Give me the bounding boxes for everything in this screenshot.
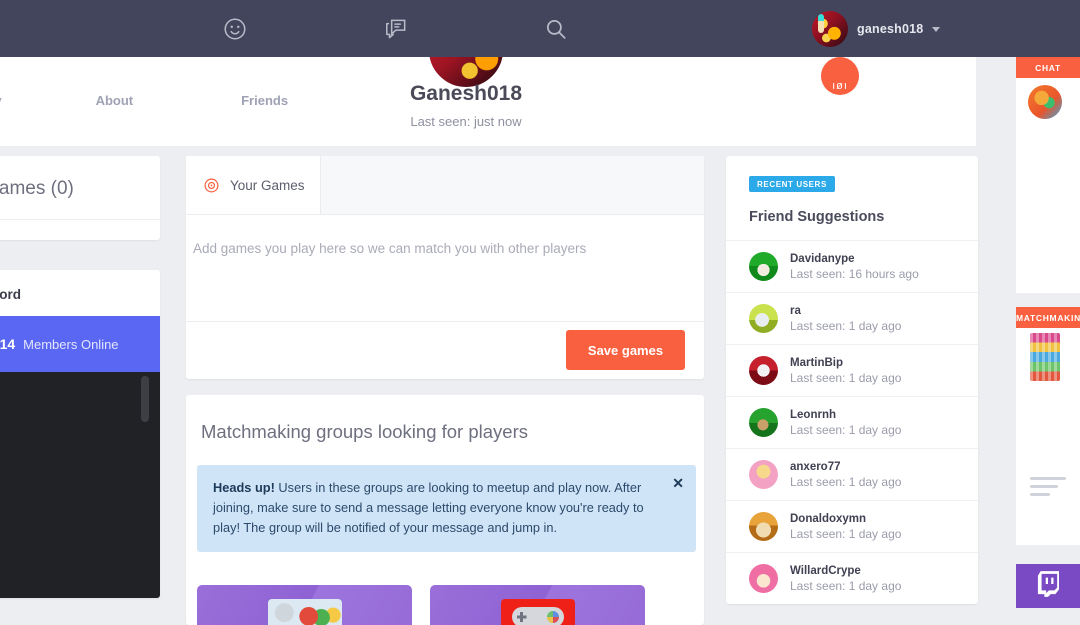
friend-name: Donaldoxymn [790, 512, 867, 525]
avatar[interactable] [1028, 85, 1062, 119]
controller-icon [511, 607, 564, 625]
tab-your-games[interactable]: Your Games [186, 156, 321, 214]
discord-card-title: er on Discord [0, 287, 22, 302]
matchmaking-card: Matchmaking groups looking for players H… [186, 395, 704, 625]
profile-tab-activity[interactable]: ty [0, 93, 2, 108]
top-navigation-bar: ganesh018 [0, 0, 1080, 57]
target-icon [203, 177, 220, 194]
matchmaking-title: Matchmaking groups looking for players [201, 421, 528, 442]
smiley-icon[interactable] [222, 16, 248, 42]
page-title: Ganesh018 [409, 82, 523, 105]
list-item[interactable]: Davidanype Last seen: 16 hours ago [726, 240, 978, 292]
profile-header: ty About Friends Ganesh018 Last seen: ju… [0, 9, 976, 146]
avatar [749, 512, 778, 541]
game-box-art[interactable] [1030, 333, 1060, 381]
matchmaking-panel: MATCHMAKING [1016, 307, 1080, 545]
matchmaking-group-card[interactable] [197, 585, 412, 625]
list-item[interactable]: Leonrnh Last seen: 1 day ago [726, 396, 978, 448]
list-item[interactable]: MartinBip Last seen: 1 day ago [726, 344, 978, 396]
search-icon[interactable] [543, 16, 569, 42]
list-item[interactable]: WillardCrype Last seen: 1 day ago [726, 552, 978, 604]
matchmaking-alert-body: Users in these groups are looking to mee… [213, 480, 644, 535]
friend-last-seen: Last seen: 1 day ago [790, 578, 902, 593]
nav-username: ganesh018 [857, 22, 924, 36]
friend-name: Davidanype [790, 252, 855, 265]
list-item[interactable]: Donaldoxymn Last seen: 1 day ago [726, 500, 978, 552]
discord-member-count: 214 [0, 336, 16, 352]
placeholder-line [1030, 493, 1050, 496]
friend-name: WillardCrype [790, 564, 861, 577]
avatar [749, 460, 778, 489]
matchmaking-alert-text: Heads up! Users in these groups are look… [213, 478, 680, 538]
game-box-art [267, 599, 342, 625]
twitch-button[interactable] [1016, 564, 1080, 608]
placeholder-line [1030, 477, 1066, 480]
friend-suggestions-header: RECENT USERS Friend Suggestions [726, 156, 978, 240]
discord-join-banner[interactable]: cord 214 Members Online [0, 316, 160, 372]
friend-last-seen: Last seen: 1 day ago [790, 370, 902, 385]
matchmaking-alert-bold: Heads up! [213, 480, 275, 495]
main-content: Your Games Add games you play here so we… [186, 156, 704, 625]
discord-card: er on Discord cord 214 Members Online NL… [0, 270, 160, 598]
friend-last-seen: Last seen: 1 day ago [790, 526, 902, 541]
profile-tab-about[interactable]: About [96, 93, 134, 108]
profile-tab-friends[interactable]: Friends [241, 93, 288, 108]
your-games-tabbar: Your Games [186, 156, 704, 215]
friend-last-seen: Last seen: 1 day ago [790, 422, 902, 437]
friend-last-seen: Last seen: 1 day ago [790, 474, 902, 489]
chevron-down-icon [932, 26, 941, 32]
matchmaking-panel-header[interactable]: MATCHMAKING [1016, 307, 1080, 328]
friend-suggestions-title: Friend Suggestions [749, 209, 885, 225]
avatar [749, 356, 778, 385]
chat-panel: CHAT [1016, 57, 1080, 293]
right-rail: CHAT MATCHMAKING [1016, 57, 1080, 608]
chat-panel-header[interactable]: CHAT [1016, 57, 1080, 78]
divider [0, 219, 160, 220]
friend-name: Leonrnh [790, 408, 836, 421]
save-games-button[interactable]: Save games [566, 330, 685, 370]
profile-action-button[interactable]: ıøı [821, 57, 859, 95]
friend-name: anxero77 [790, 460, 841, 473]
matchmaking-group-card[interactable] [430, 585, 645, 625]
placeholder-line [1030, 485, 1058, 488]
your-games-input-area[interactable]: Add games you play here so we can match … [186, 215, 704, 321]
list-item[interactable]: ra Last seen: 1 day ago [726, 292, 978, 344]
friend-last-seen: Last seen: 1 day ago [790, 318, 902, 333]
close-icon[interactable]: ✕ [672, 476, 684, 490]
friend-suggestions-panel: RECENT USERS Friend Suggestions Davidany… [726, 156, 978, 604]
avatar [749, 304, 778, 333]
list-item[interactable]: anxero77 Last seen: 1 day ago [726, 448, 978, 500]
avatar [749, 408, 778, 437]
tab-your-games-label: Your Games [230, 177, 305, 193]
status-badge: RECENT USERS [749, 176, 835, 192]
profile-last-seen: Last seen: just now [410, 114, 522, 129]
game-box-art [500, 599, 575, 625]
user-games-card: 018's Games (0) [0, 156, 160, 240]
chat-icon[interactable] [383, 16, 409, 42]
matchmaking-group-list [197, 585, 645, 625]
left-sidebar: 018's Games (0) er on Discord cord 214 M… [0, 156, 160, 598]
friend-last-seen: Last seen: 16 hours ago [790, 266, 919, 281]
user-games-title: 018's Games (0) [0, 178, 74, 199]
matchmaking-alert: Heads up! Users in these groups are look… [197, 465, 696, 552]
twitch-glitch-icon [1037, 570, 1059, 602]
avatar [749, 252, 778, 281]
discord-online-label: Members Online [23, 336, 119, 352]
avatar [749, 564, 778, 593]
discord-widget-body: NLINE 9 4414 6976) t [0, 372, 160, 598]
friend-name: ra [790, 304, 801, 317]
friend-name: MartinBip [790, 356, 844, 369]
profile-tab-list: ty About Friends [0, 93, 288, 108]
your-games-footer: Save games [186, 321, 704, 378]
scrollbar[interactable] [141, 376, 149, 422]
avatar [812, 11, 848, 47]
your-games-placeholder: Add games you play here so we can match … [193, 241, 587, 256]
user-menu[interactable]: ganesh018 [812, 10, 941, 48]
rail-footer-lines [1016, 477, 1080, 501]
your-games-card: Your Games Add games you play here so we… [186, 156, 704, 379]
